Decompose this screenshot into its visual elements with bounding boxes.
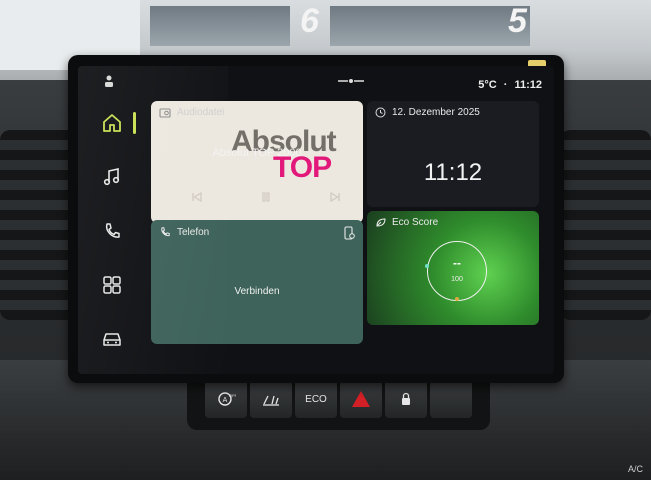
digital-clock: 11:12 xyxy=(423,159,483,186)
current-date: 12. Dezember 2025 xyxy=(392,107,480,118)
status-separator: · xyxy=(503,79,508,91)
radio-icon xyxy=(159,108,171,118)
svg-text:OFF: OFF xyxy=(229,393,236,398)
music-note-icon xyxy=(103,168,120,186)
date-time-tile[interactable]: 12. Dezember 2025 11:12 xyxy=(367,101,539,207)
svg-text:A: A xyxy=(223,397,228,404)
sidebar-item-media[interactable] xyxy=(92,158,132,196)
now-playing-title: Absolut TOP 2000 xyxy=(212,147,302,159)
status-right: 5°C · 11:12 xyxy=(478,79,542,91)
blank-button[interactable] xyxy=(430,380,472,418)
sidebar-item-vehicle[interactable] xyxy=(92,320,132,358)
leaf-icon xyxy=(376,218,386,227)
clock-icon xyxy=(375,107,386,118)
car-icon xyxy=(103,333,121,346)
hazard-button[interactable] xyxy=(340,380,382,418)
sidebar-item-home[interactable] xyxy=(92,104,136,142)
phone-tile-header: Telefon xyxy=(159,226,209,238)
ac-label: A/C xyxy=(627,464,643,474)
sidebar-item-phone[interactable] xyxy=(92,212,132,250)
media-tile-header: Audiodatei xyxy=(159,107,224,118)
phone-icon xyxy=(105,223,120,238)
next-track-icon[interactable] xyxy=(329,191,341,203)
phone-tile[interactable]: Telefon Verbinden xyxy=(151,220,363,344)
page-indicator-icon xyxy=(338,79,364,83)
lane-assist-icon xyxy=(263,395,279,406)
eco-button-label: ECO xyxy=(305,393,327,405)
eco-mode-button[interactable]: ECO xyxy=(295,380,337,418)
eco-tile-title: Eco Score xyxy=(392,217,439,228)
previous-track-icon[interactable] xyxy=(191,191,203,203)
eco-tile-header: Eco Score xyxy=(375,217,438,228)
infotainment-screen: 5°C · 11:12 Audiodatei Absolut TOP Absol… xyxy=(78,66,554,374)
door-lock-button[interactable] xyxy=(385,380,427,418)
grid-icon xyxy=(103,276,121,294)
media-source-label: Audiodatei xyxy=(177,107,225,118)
status-bar: 5°C · 11:12 xyxy=(146,66,554,100)
pause-icon[interactable] xyxy=(260,191,272,203)
auto-stop-icon: A OFF xyxy=(218,392,236,406)
sidebar-item-apps[interactable] xyxy=(92,266,132,304)
phone-settings-icon[interactable] xyxy=(343,226,355,240)
connect-phone-button[interactable]: Verbinden xyxy=(151,286,363,297)
status-time: 11:12 xyxy=(514,79,542,91)
eco-score-tile[interactable]: Eco Score -- 100 xyxy=(367,211,539,325)
home-icon xyxy=(103,114,121,132)
eco-score-value: 100 xyxy=(451,276,463,283)
eco-score-gauge: -- 100 xyxy=(425,241,487,301)
lane-assist-button[interactable] xyxy=(250,380,292,418)
outside-temperature: 5°C xyxy=(478,79,497,91)
media-tile[interactable]: Audiodatei Absolut TOP Absolut TOP 2000 xyxy=(151,101,363,223)
sidebar xyxy=(78,66,146,374)
auto-stop-start-button[interactable]: A OFF xyxy=(205,380,247,418)
eco-score-display: -- xyxy=(453,256,461,270)
hazard-icon xyxy=(352,391,370,407)
profile-icon[interactable] xyxy=(102,74,122,88)
lock-icon xyxy=(402,392,410,405)
media-controls xyxy=(191,191,341,203)
phone-icon xyxy=(161,227,170,237)
gauge-marker-bottom xyxy=(455,297,459,301)
date-tile-header: 12. Dezember 2025 xyxy=(375,107,480,118)
air-vent-right xyxy=(560,130,651,320)
phone-tile-title: Telefon xyxy=(177,226,210,238)
